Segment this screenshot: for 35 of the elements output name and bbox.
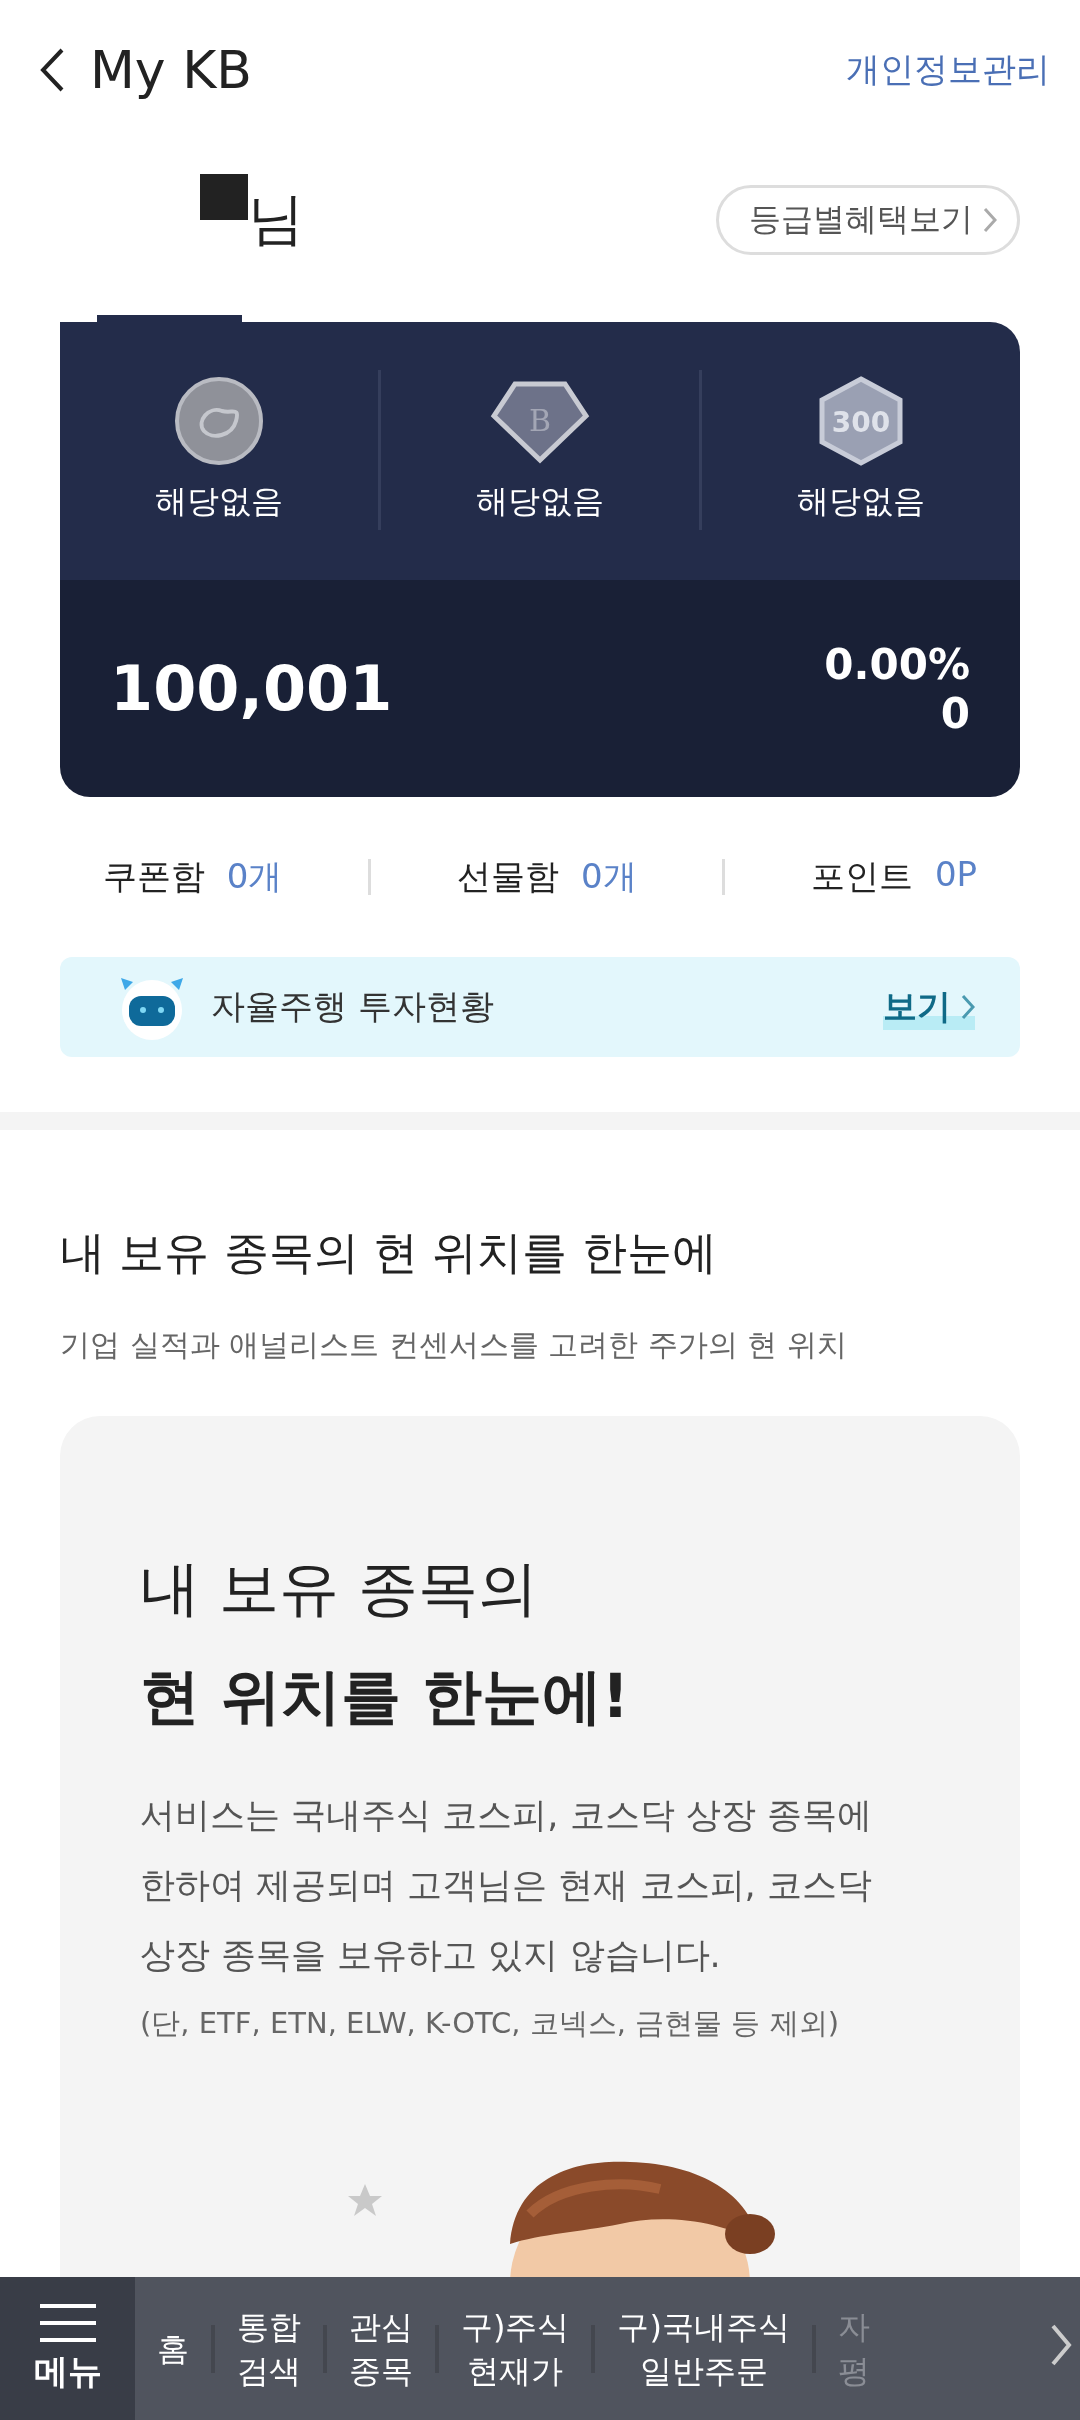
menu-button[interactable]: 메뉴 bbox=[0, 2277, 135, 2420]
return-rate: 0.00% bbox=[824, 639, 970, 689]
page-title: My KB bbox=[90, 40, 253, 100]
nav-item[interactable]: 통합 검색 bbox=[215, 2304, 323, 2393]
badge-label: 해당없음 bbox=[155, 481, 283, 522]
box-link[interactable]: 포인트 0P bbox=[810, 854, 978, 900]
banner-text: 자율주행 투자현황 bbox=[211, 985, 495, 1028]
section-subtitle: 기업 실적과 애널리스트 컨센서스를 고려한 주가의 현 위치 bbox=[60, 1326, 848, 1364]
customer-name: 님 bbox=[248, 185, 304, 253]
box-link[interactable]: 선물함 0개 bbox=[456, 854, 637, 900]
redaction-mark bbox=[200, 174, 248, 220]
nav-item[interactable]: 홈 bbox=[135, 2326, 211, 2371]
box-link[interactable]: 쿠폰함 0개 bbox=[102, 854, 283, 900]
badge-label: 해당없음 bbox=[797, 481, 925, 522]
chevron-right-icon bbox=[983, 207, 997, 233]
hexagon-badge-icon: 300 bbox=[816, 376, 906, 466]
asset-amount: 100,001 bbox=[110, 652, 393, 725]
badge-label: 해당없음 bbox=[476, 481, 604, 522]
coin-icon bbox=[174, 376, 264, 466]
benefits-button[interactable]: 등급별혜택보기 bbox=[716, 185, 1020, 255]
back-icon[interactable] bbox=[40, 48, 64, 92]
info-body: 서비스는 국내주식 코스피, 코스닥 상장 종목에 한하여 제공되며 고객님은 현재 코스피, 코스닥 상장 종목을 보유하고 있지 않습니다. bbox=[140, 1794, 873, 1977]
nav-item[interactable]: 구)주식 현재가 bbox=[439, 2304, 592, 2393]
menu-icon bbox=[37, 2302, 98, 2343]
section-title: 내 보유 종목의 현 위치를 한눈에 bbox=[60, 1225, 718, 1281]
info-heading: 내 보유 종목의 bbox=[140, 1552, 540, 1625]
info-heading: 현 위치를 한눈에! bbox=[140, 1660, 631, 1733]
chevron-right-icon bbox=[961, 994, 975, 1020]
personal-info-link[interactable]: 개인정보관리 bbox=[846, 47, 1050, 93]
info-note: (단, ETF, ETN, ELW, K-OTC, 코넥스, 금현물 등 제외) bbox=[140, 2005, 840, 2042]
chevron-right-icon[interactable] bbox=[1050, 2323, 1072, 2367]
return-amount: 0 bbox=[940, 688, 970, 738]
nav-item[interactable]: 관심 종목 bbox=[327, 2304, 435, 2393]
banner[interactable]: 자율주행 투자현황 보기 bbox=[60, 957, 1020, 1057]
nav-item[interactable]: 구)국내주식 일반주문 bbox=[595, 2304, 812, 2393]
